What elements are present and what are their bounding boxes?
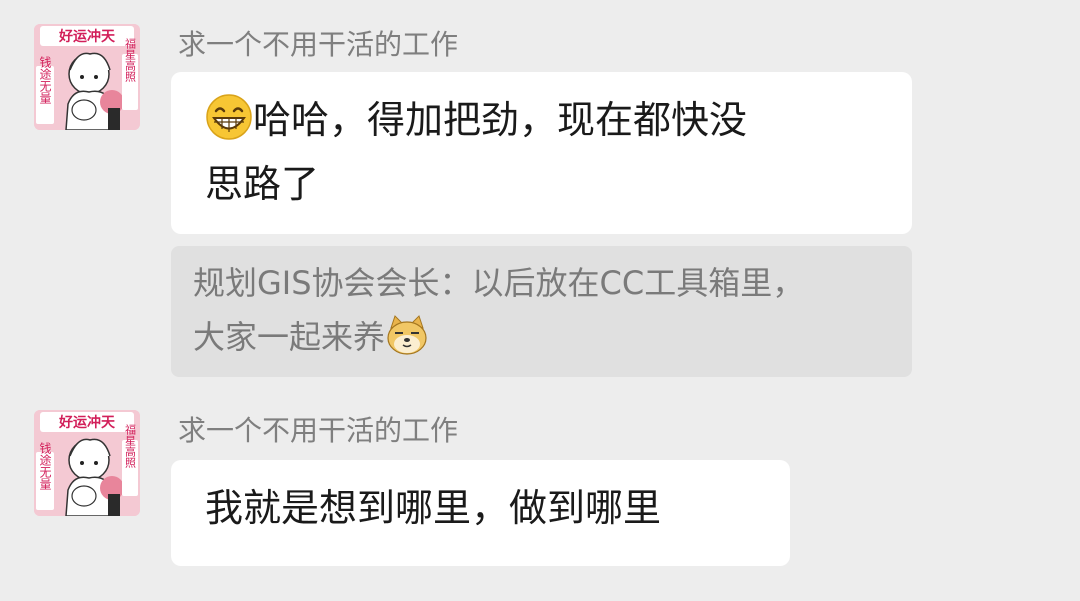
quoted-reply[interactable]: 规划GIS协会会长：以后放在CC工具箱里， 大家一起来养 xyxy=(171,246,912,377)
avatar-top-text: 好运冲天 xyxy=(58,28,116,45)
doge-emoji-icon xyxy=(385,314,429,372)
avatar-right-text: 福星高照 xyxy=(124,423,137,469)
avatar[interactable]: 好运冲天 钱途无量 福星高照 xyxy=(34,410,140,516)
avatar-left-text: 钱途无量 xyxy=(38,441,52,490)
message-text-line1: 哈哈，得加把劲，现在都快没 xyxy=(253,98,748,142)
sender-name: 求一个不用干活的工作 xyxy=(178,28,459,61)
avatar[interactable]: 好运冲天 钱途无量 福星高照 xyxy=(34,24,140,130)
message-bubble[interactable]: 哈哈，得加把劲，现在都快没 思路了 xyxy=(171,72,912,234)
avatar-top-text: 好运冲天 xyxy=(58,414,116,431)
message-text-line2: 思路了 xyxy=(205,162,320,206)
message-bubble[interactable]: 我就是想到哪里，做到哪里 xyxy=(171,460,790,566)
avatar-left-text: 钱途无量 xyxy=(38,55,52,104)
quote-text-line2: 大家一起来养 xyxy=(193,318,386,356)
grinning-emoji-icon xyxy=(205,93,253,156)
sender-name: 求一个不用干活的工作 xyxy=(178,414,459,447)
quote-text-line1: 规划GIS协会会长：以后放在CC工具箱里， xyxy=(193,264,805,302)
avatar-right-text: 福星高照 xyxy=(124,37,137,83)
message-text: 我就是想到哪里，做到哪里 xyxy=(205,486,662,530)
message-line: 哈哈，得加把劲，现在都快没 xyxy=(205,92,878,156)
quote-line: 大家一起来养 xyxy=(193,310,890,372)
